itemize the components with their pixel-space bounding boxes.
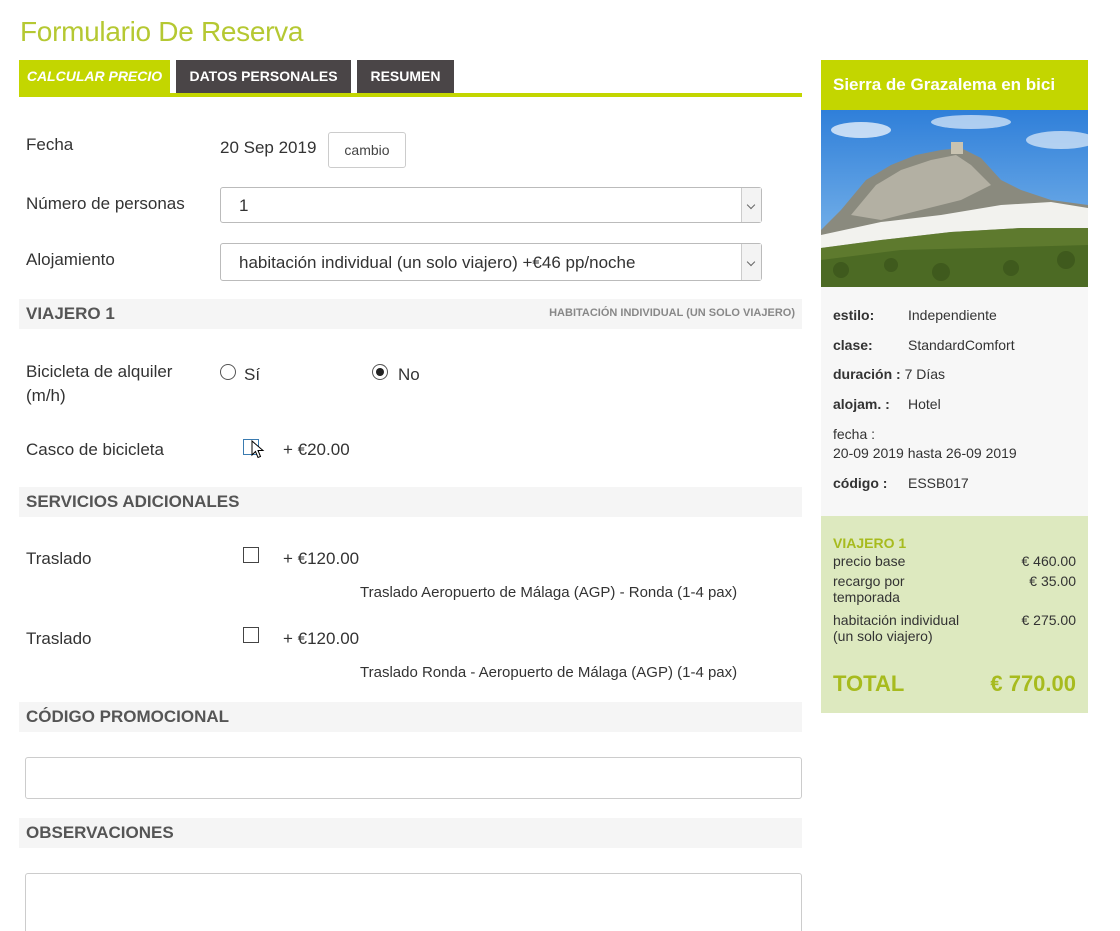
price-row: precio base € 460.00 — [833, 553, 1076, 569]
personas-select[interactable]: 1 — [220, 187, 762, 223]
trip-info: estilo: Independiente clase: StandardComfo… — [821, 287, 1088, 516]
observaciones-title: OBSERVACIONES — [26, 823, 174, 842]
alojamiento-selected-value: habitación individual (un solo viajero) … — [239, 253, 636, 272]
traslado-2-checkbox[interactable] — [243, 627, 259, 643]
casco-price: + €20.00 — [283, 440, 350, 459]
cambio-button[interactable]: cambio — [328, 132, 406, 168]
viajero-subtitle: HABITACIÓN INDIVIDUAL (UN SOLO VIAJERO) — [549, 307, 795, 319]
tab-bar: CALCULAR PRECIO DATOS PERSONALES RESUMEN — [19, 60, 802, 97]
info-fecha-value: 20-09 2019 hasta 26-09 2019 — [833, 445, 1017, 461]
promo-title: CÓDIGO PROMOCIONAL — [26, 707, 230, 726]
bicicleta-label: Bicicleta de alquiler (m/h) — [26, 362, 173, 405]
promo-section-header: CÓDIGO PROMOCIONAL — [19, 702, 802, 732]
mouse-cursor-icon — [251, 440, 265, 459]
info-clase: clase: StandardComfort — [833, 337, 1015, 353]
page-title: Formulario De Reserva — [20, 16, 304, 47]
observaciones-textarea[interactable] — [25, 873, 802, 931]
traslado-1-price: + €120.00 — [283, 549, 360, 568]
price-row: recargo por temporada — [833, 573, 905, 605]
price-amount: € 275.00 — [1021, 612, 1077, 628]
trip-photo — [821, 110, 1088, 287]
price-breakdown: VIAJERO 1 precio base € 460.00 recargo p… — [821, 516, 1088, 713]
info-duracion: duración : 7 Días — [833, 366, 946, 382]
price-viajero-title: VIAJERO 1 — [833, 535, 907, 551]
info-estilo: estilo: Independiente — [833, 307, 997, 323]
servicios-section-header: SERVICIOS ADICIONALES — [19, 487, 802, 517]
promo-code-input[interactable] — [25, 757, 802, 799]
price-amount: € 35.00 — [1029, 573, 1076, 589]
viajero-section-header: VIAJERO 1 HABITACIÓN INDIVIDUAL (UN SOLO… — [19, 299, 802, 329]
chevron-down-icon — [741, 244, 761, 280]
fecha-label: Fecha — [26, 135, 74, 154]
bicicleta-no-radio[interactable] — [372, 364, 388, 380]
personas-selected-value: 1 — [239, 196, 249, 215]
traslado-2-price: + €120.00 — [283, 629, 360, 648]
price-total-amount: € 770.00 — [990, 671, 1076, 696]
viajero-title: VIAJERO 1 — [26, 304, 115, 323]
price-row: habitación individual (un solo viajero) — [833, 612, 960, 644]
traslado-2-label: Traslado — [26, 629, 92, 648]
info-alojam: alojam. : Hotel — [833, 396, 941, 412]
info-fecha-key: fecha : — [833, 426, 876, 442]
price-total: TOTAL € 770.00 — [833, 671, 1076, 696]
casco-label: Casco de bicicleta — [26, 440, 164, 459]
trip-title: Sierra de Grazalema en bici — [821, 60, 1088, 110]
chevron-down-icon — [741, 188, 761, 222]
fecha-value: 20 Sep 2019 — [220, 138, 317, 157]
trip-summary-sidebar: Sierra de Grazalema en bici estilo: Inde… — [821, 60, 1088, 713]
traslado-1-description: Traslado Aeropuerto de Málaga (AGP) - Ro… — [360, 584, 738, 601]
traslado-2-description: Traslado Ronda - Aeropuerto de Málaga (A… — [360, 664, 738, 681]
servicios-title: SERVICIOS ADICIONALES — [26, 492, 240, 511]
traslado-1-label: Traslado — [26, 549, 92, 568]
observaciones-section-header: OBSERVACIONES — [19, 818, 802, 848]
alojamiento-label: Alojamiento — [26, 250, 115, 269]
bicicleta-si-radio[interactable] — [220, 364, 236, 380]
tab-calcular-precio[interactable]: CALCULAR PRECIO — [19, 60, 170, 93]
tab-resumen[interactable]: RESUMEN — [357, 60, 454, 93]
personas-label: Número de personas — [26, 194, 185, 213]
alojamiento-select[interactable]: habitación individual (un solo viajero) … — [220, 243, 762, 281]
bicicleta-si-label: Sí — [244, 365, 261, 384]
traslado-1-checkbox[interactable] — [243, 547, 259, 563]
info-codigo: código : ESSB017 — [833, 475, 969, 491]
bicicleta-no-label: No — [398, 365, 420, 384]
tab-datos-personales[interactable]: DATOS PERSONALES — [176, 60, 351, 93]
